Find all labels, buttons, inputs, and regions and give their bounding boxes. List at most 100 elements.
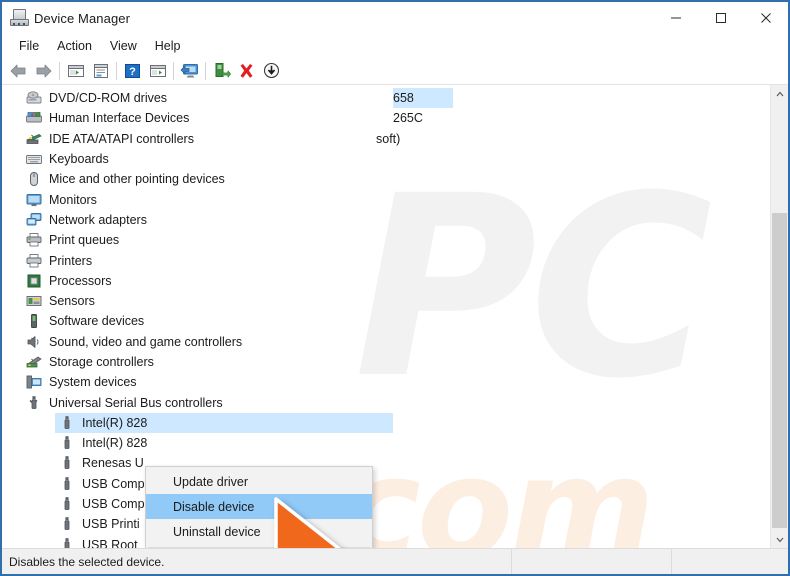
- status-bar-segment-message: Disables the selected device.: [2, 549, 511, 574]
- scrollbar-up-arrow[interactable]: [771, 85, 788, 102]
- tree-item-usb-device-1[interactable]: Intel(R) 828: [2, 433, 770, 453]
- usb-device-icon: [59, 537, 75, 548]
- tree-item-usb-device-3[interactable]: USB Comp: [2, 474, 770, 494]
- tree-item-human-interface-devices[interactable]: Human Interface Devices: [2, 108, 770, 128]
- maximize-button[interactable]: [698, 2, 743, 34]
- tree-item-universal-serial-bus-controllers[interactable]: Universal Serial Bus controllers: [2, 392, 770, 412]
- tree-item-label: Intel(R) 828: [82, 436, 148, 451]
- show-hide-console-tree-button[interactable]: [63, 59, 88, 83]
- print-queue-icon: [26, 232, 42, 248]
- menu-bar: File Action View Help: [2, 34, 788, 57]
- tree-item-usb-device-6[interactable]: USB Root: [2, 535, 770, 548]
- tree-item-storage-controllers[interactable]: Storage controllers: [2, 352, 770, 372]
- tree-item-monitors[interactable]: Monitors: [2, 189, 770, 209]
- usb-controller-icon: [26, 395, 42, 411]
- tree-item-processors[interactable]: Processors: [2, 271, 770, 291]
- tree-item-mice-and-other-pointing-devices[interactable]: Mice and other pointing devices: [2, 169, 770, 189]
- tree-item-label: DVD/CD-ROM drives: [49, 91, 168, 106]
- tree-item-label: Sound, video and game controllers: [49, 334, 243, 349]
- tree-item-usb-device-5[interactable]: USB Printi: [2, 514, 770, 534]
- tree-item-label: Processors: [49, 273, 112, 288]
- toolbar-separator-1: [59, 61, 60, 80]
- context-menu-item-update-driver[interactable]: Update driver: [146, 469, 372, 494]
- menu-view[interactable]: View: [101, 37, 146, 55]
- tree-item-usb-device-0-tail: 658: [393, 88, 453, 109]
- context-menu-item-uninstall-device[interactable]: Uninstall device: [146, 519, 372, 544]
- close-button[interactable]: [743, 2, 788, 34]
- tree-item-software-devices[interactable]: Software devices: [2, 311, 770, 331]
- toolbar-separator-3: [173, 61, 174, 80]
- menu-file[interactable]: File: [10, 37, 48, 55]
- scan-for-hardware-changes-button[interactable]: [177, 59, 202, 83]
- context-menu[interactable]: Update driver Disable device Uninstall d…: [145, 466, 373, 548]
- menu-action[interactable]: Action: [48, 37, 101, 55]
- disable-device-button[interactable]: [259, 59, 284, 83]
- tree-item-label: Print queues: [49, 233, 120, 248]
- tree-item-usb-device-1-tail: 265C: [393, 108, 423, 128]
- scrollbar-down-arrow[interactable]: [771, 531, 788, 548]
- device-tree-panel: PC com DVD/CD-ROM drives Human Interface…: [2, 85, 788, 548]
- uninstall-device-button[interactable]: [234, 59, 259, 83]
- context-menu-item-label: Disable device: [173, 499, 255, 514]
- tree-item-label: IDE ATA/ATAPI controllers: [49, 131, 194, 146]
- monitor-icon: [26, 192, 42, 208]
- usb-device-icon: [59, 435, 75, 451]
- menu-help[interactable]: Help: [146, 37, 190, 55]
- tree-item-label: Printers: [49, 253, 93, 268]
- vertical-scrollbar[interactable]: [770, 85, 788, 548]
- status-bar: Disables the selected device.: [2, 548, 788, 574]
- tree-item-keyboards[interactable]: Keyboards: [2, 149, 770, 169]
- properties-button[interactable]: [88, 59, 113, 83]
- mouse-icon: [26, 171, 42, 187]
- usb-device-icon: [59, 415, 75, 431]
- scrollbar-thumb[interactable]: [772, 213, 787, 528]
- help-button[interactable]: ?: [120, 59, 145, 83]
- tree-item-label: Mice and other pointing devices: [49, 172, 225, 187]
- network-adapter-icon: [26, 212, 42, 228]
- tree-item-label: USB Printi: [82, 517, 140, 532]
- hid-icon: [26, 110, 42, 126]
- forward-button[interactable]: [31, 59, 56, 83]
- context-menu-item-label: Uninstall device: [173, 524, 261, 539]
- tree-item-label: Sensors: [49, 294, 95, 309]
- device-manager-icon: [10, 9, 29, 27]
- context-menu-item-disable-device[interactable]: Disable device: [146, 494, 372, 519]
- tree-item-network-adapters[interactable]: Network adapters: [2, 210, 770, 230]
- tree-item-label: Renesas U: [82, 456, 144, 471]
- update-driver-button[interactable]: [209, 59, 234, 83]
- tree-item-printers[interactable]: Printers: [2, 250, 770, 270]
- tree-item-label: Human Interface Devices: [49, 111, 190, 126]
- tree-item-dvd-cd-rom-drives[interactable]: DVD/CD-ROM drives: [2, 88, 770, 108]
- context-menu-item-label: Update driver: [173, 474, 249, 489]
- tree-item-label: Universal Serial Bus controllers: [49, 395, 223, 410]
- device-tree[interactable]: PC com DVD/CD-ROM drives Human Interface…: [2, 85, 770, 548]
- tree-item-usb-device-4[interactable]: USB Comp: [2, 494, 770, 514]
- tree-item-usb-device-0[interactable]: Intel(R) 828: [2, 412, 770, 434]
- dvd-drive-icon: [26, 90, 42, 106]
- device-manager-window: Device Manager File Action View Help ? P…: [0, 0, 790, 576]
- tree-item-sensors[interactable]: Sensors: [2, 291, 770, 311]
- usb-device-icon: [59, 476, 75, 492]
- back-button[interactable]: [6, 59, 31, 83]
- tree-item-tail-text: 658: [393, 91, 414, 106]
- window-title: Device Manager: [34, 10, 131, 26]
- processor-icon: [26, 273, 42, 289]
- tree-item-sound-video-and-game-controllers[interactable]: Sound, video and game controllers: [2, 332, 770, 352]
- tree-item-print-queues[interactable]: Print queues: [2, 230, 770, 250]
- keyboard-icon: [26, 151, 42, 167]
- tree-item-label: Keyboards: [49, 152, 109, 167]
- minimize-button[interactable]: [653, 2, 698, 34]
- context-menu-separator-1: [148, 547, 370, 548]
- tree-item-system-devices[interactable]: System devices: [2, 372, 770, 392]
- tree-item-label: Network adapters: [49, 212, 147, 227]
- status-bar-segment-3: [671, 549, 788, 574]
- tree-item-usb-device-2[interactable]: Renesas U: [2, 453, 770, 473]
- svg-text:?: ?: [129, 66, 136, 78]
- tree-item-label: USB Root: [82, 537, 138, 548]
- toolbar-separator-4: [205, 61, 206, 80]
- tree-item-label: USB Comp: [82, 497, 145, 512]
- status-bar-text: Disables the selected device.: [9, 554, 165, 569]
- title-bar: Device Manager: [2, 2, 788, 34]
- show-hide-action-pane-button[interactable]: [145, 59, 170, 83]
- toolbar-separator-2: [116, 61, 117, 80]
